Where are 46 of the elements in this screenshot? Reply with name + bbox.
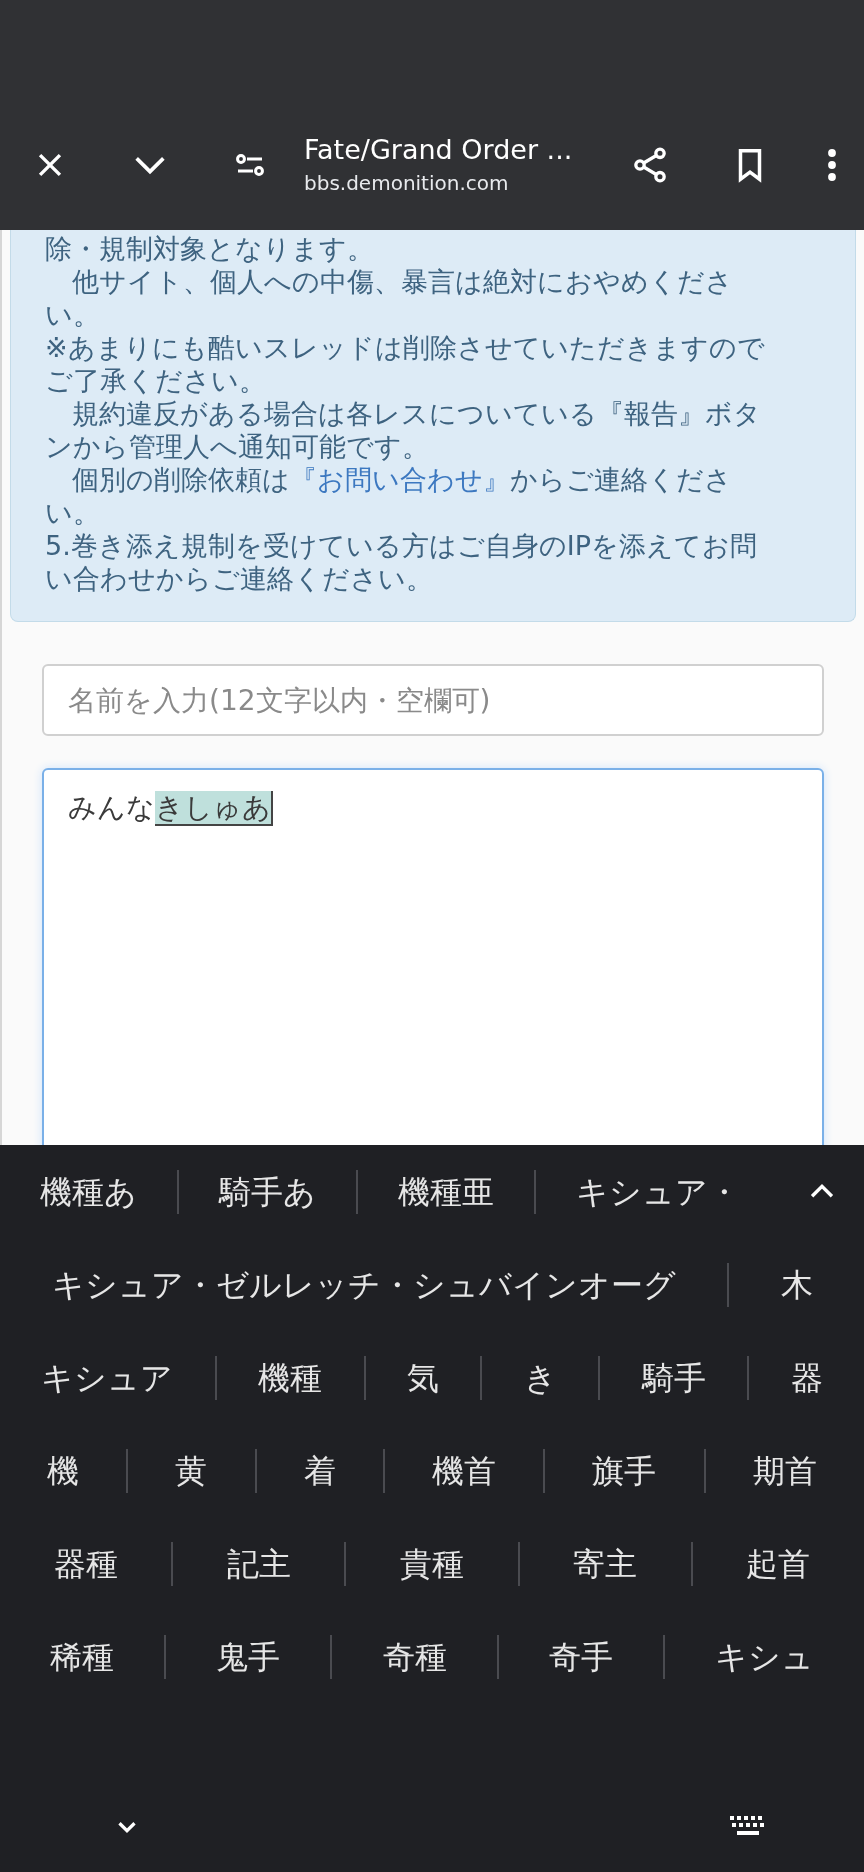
- candidate-item[interactable]: 奇手: [498, 1632, 663, 1681]
- candidate-item[interactable]: 機: [0, 1446, 127, 1495]
- notice-text: 個別の削除依頼は『お問い合わせ』からご連絡くださ: [71, 463, 733, 496]
- candidate-item[interactable]: 起首: [692, 1539, 864, 1588]
- candidate-item[interactable]: 稀種: [0, 1632, 165, 1681]
- candidate-item[interactable]: き: [482, 1353, 599, 1402]
- candidate-item[interactable]: 寄主: [519, 1539, 691, 1588]
- candidate-item[interactable]: キシュア・: [536, 1167, 780, 1216]
- notice-text: い。: [45, 496, 101, 529]
- candidate-item[interactable]: 機種: [216, 1353, 364, 1402]
- notice-text: 5.巻き添え規制を受けている方はご自身のIPを添えてお問: [45, 529, 758, 562]
- candidate-item[interactable]: 騎手あ: [179, 1167, 356, 1216]
- candidate-item[interactable]: 旗手: [545, 1446, 704, 1495]
- composing-text: きしゅあ: [155, 791, 273, 826]
- name-field[interactable]: 名前を入力(12文字以内・空欄可): [42, 664, 824, 736]
- notice-text: い。: [45, 298, 101, 331]
- candidate-item[interactable]: キシュア: [0, 1353, 215, 1402]
- page-url: bbs.demonition.com: [304, 170, 510, 197]
- notice-text: い合わせからご連絡ください。: [45, 562, 434, 595]
- keyboard-icon[interactable]: [730, 1816, 766, 1838]
- notice-text: 除・規制対象となります。: [45, 232, 375, 265]
- contact-link[interactable]: 『お問い合わせ』: [290, 464, 510, 495]
- candidate-item[interactable]: 器: [749, 1353, 864, 1402]
- candidate-item[interactable]: 気: [365, 1353, 481, 1402]
- notice-text: ※あまりにも酷いスレッドは削除させていただきますので: [45, 331, 766, 364]
- notice-text: ご了承ください。: [45, 364, 267, 397]
- candidate-item[interactable]: 機首: [385, 1446, 544, 1495]
- page-title: Fate/Grand Order ...: [304, 133, 574, 167]
- candidate-item[interactable]: 奇種: [332, 1632, 497, 1681]
- notice-text: ンから管理人へ通知可能です。: [45, 430, 430, 463]
- candidate-item[interactable]: 黄: [128, 1446, 255, 1495]
- candidate-item[interactable]: 記主: [173, 1539, 345, 1588]
- candidate-item[interactable]: キシュア・ゼルレッチ・シュバインオーグ: [0, 1260, 727, 1309]
- candidate-item[interactable]: 器種: [0, 1539, 172, 1588]
- candidate-item[interactable]: 期首: [705, 1446, 864, 1495]
- candidate-item[interactable]: 着: [256, 1446, 383, 1495]
- candidate-item[interactable]: 機種あ: [0, 1167, 177, 1216]
- message-field[interactable]: みんな きしゅあ: [42, 768, 824, 1145]
- candidate-item[interactable]: キシュ: [664, 1632, 864, 1681]
- candidate-item[interactable]: 木: [729, 1260, 864, 1309]
- candidate-item[interactable]: 機種亜: [358, 1167, 534, 1216]
- notice-text: 他サイト、個人への中傷、暴言は絶対におやめくださ: [71, 265, 734, 298]
- candidate-item[interactable]: 貴種: [346, 1539, 518, 1588]
- candidate-item[interactable]: 鬼手: [166, 1632, 331, 1681]
- candidate-item[interactable]: 騎手: [600, 1353, 748, 1402]
- notice-text: 規約違反がある場合は各レスについている『報告』ボタ: [71, 397, 762, 430]
